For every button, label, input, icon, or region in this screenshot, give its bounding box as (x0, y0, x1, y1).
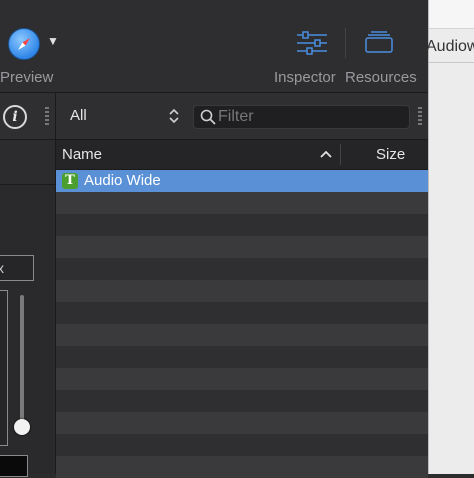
inspector-button[interactable] (284, 28, 342, 58)
left-panel: i x (0, 93, 56, 477)
empty-row (56, 456, 428, 478)
empty-row (56, 236, 428, 258)
empty-row (56, 368, 428, 390)
empty-row (56, 258, 428, 280)
empty-row (56, 324, 428, 346)
resize-grip-icon[interactable] (45, 107, 49, 125)
background-window: Audiow (426, 0, 474, 474)
search-icon (200, 109, 216, 125)
empty-row (56, 390, 428, 412)
toolbar-divider (345, 28, 346, 58)
table-row[interactable]: T Audio Wide (56, 170, 428, 192)
toolbar: ▼ Preview Inspector Resources (0, 0, 428, 93)
resources-label: Resources (345, 69, 417, 86)
preview-well (0, 290, 8, 446)
column-separator[interactable] (340, 144, 341, 165)
resource-list-panel: All Name Size T Audio Wide (56, 93, 428, 478)
text-field[interactable]: x (0, 255, 34, 281)
list-header-bar: All (56, 93, 428, 140)
sort-ascending-icon[interactable] (320, 149, 332, 159)
left-panel-header: i (0, 93, 55, 140)
column-header-name[interactable]: Name (62, 146, 102, 163)
inspector-label: Inspector (274, 69, 336, 86)
preview-dropdown-caret-icon[interactable]: ▼ (47, 34, 59, 48)
resources-button[interactable] (352, 28, 410, 58)
empty-row (56, 280, 428, 302)
empty-row (56, 346, 428, 368)
background-window-titlebar (429, 0, 474, 29)
folder-stack-icon (365, 31, 393, 53)
preview-label: Preview (0, 69, 54, 86)
info-circle-icon[interactable]: i (3, 105, 27, 129)
column-header-row: Name Size (56, 140, 428, 170)
resource-rows: T Audio Wide (56, 170, 428, 478)
left-panel-section (0, 140, 55, 185)
row-name: Audio Wide (84, 172, 161, 189)
tab-divider (429, 62, 474, 63)
resize-grip-icon[interactable] (418, 107, 422, 125)
filter-field[interactable] (193, 105, 410, 129)
font-t-icon: T (62, 173, 78, 189)
vertical-slider-knob[interactable] (14, 419, 30, 435)
empty-row (56, 302, 428, 324)
empty-row (56, 214, 428, 236)
column-header-size[interactable]: Size (376, 146, 405, 163)
empty-row (56, 412, 428, 434)
empty-row (56, 192, 428, 214)
vertical-slider-track[interactable] (20, 295, 24, 425)
safari-compass-icon[interactable] (8, 28, 40, 60)
up-down-chevron-icon[interactable] (167, 106, 181, 126)
sliders-icon (297, 31, 327, 55)
empty-row (56, 434, 428, 456)
background-window-tab[interactable]: Audiow (426, 38, 474, 56)
filter-input[interactable] (218, 107, 402, 127)
scope-popup[interactable]: All (70, 107, 87, 124)
